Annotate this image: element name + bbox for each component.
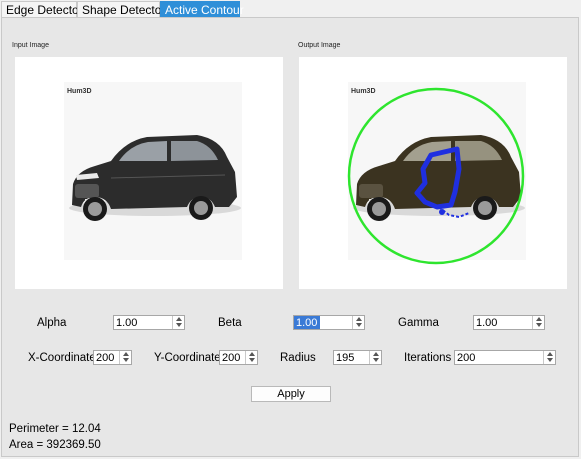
iterations-spinbox[interactable] bbox=[454, 350, 556, 365]
input-image-caption: Input Image bbox=[12, 42, 49, 49]
beta-label: Beta bbox=[218, 317, 242, 329]
gamma-stepper[interactable] bbox=[532, 316, 544, 329]
iterations-input[interactable] bbox=[455, 351, 547, 364]
perimeter-result: Perimeter = 12.04 bbox=[9, 423, 101, 435]
alpha-down-arrow-icon[interactable] bbox=[174, 322, 183, 328]
gamma-label: Gamma bbox=[398, 317, 439, 329]
alpha-spinbox[interactable] bbox=[113, 315, 185, 330]
output-image-caption: Output Image bbox=[298, 42, 341, 49]
output-watermark: Hum3D bbox=[351, 88, 376, 95]
x-coordinate-stepper[interactable] bbox=[119, 351, 131, 364]
radius-spinbox[interactable] bbox=[333, 350, 382, 365]
gamma-down-arrow-icon[interactable] bbox=[534, 322, 543, 328]
beta-stepper[interactable] bbox=[352, 316, 364, 329]
tab-active-contour[interactable]: Active Contour bbox=[160, 1, 244, 17]
x-coordinate-label: X-Coordinate bbox=[28, 352, 96, 364]
area-result: Area = 392369.50 bbox=[9, 439, 101, 451]
radius-label: Radius bbox=[280, 352, 316, 364]
input-image-view: Hum3D bbox=[15, 57, 283, 289]
x-coordinate-down-arrow-icon[interactable] bbox=[121, 357, 130, 363]
beta-input[interactable] bbox=[294, 316, 320, 329]
alpha-input[interactable] bbox=[114, 316, 176, 329]
alpha-stepper[interactable] bbox=[172, 316, 184, 329]
tab-shape-detector[interactable]: Shape Detector bbox=[77, 1, 165, 17]
radius-down-arrow-icon[interactable] bbox=[371, 357, 380, 363]
tab-edge-detector[interactable]: Edge Detector bbox=[1, 1, 83, 17]
input-car-image: Hum3D bbox=[64, 82, 242, 260]
x-coordinate-spinbox[interactable] bbox=[93, 350, 132, 365]
iterations-stepper[interactable] bbox=[543, 351, 555, 364]
tab-bar: Edge Detector Shape Detector Active Cont… bbox=[0, 0, 581, 18]
iterations-label: Iterations bbox=[404, 352, 452, 364]
beta-down-arrow-icon[interactable] bbox=[354, 322, 363, 328]
input-watermark: Hum3D bbox=[67, 88, 92, 95]
gamma-input[interactable] bbox=[474, 316, 536, 329]
iterations-down-arrow-icon[interactable] bbox=[545, 357, 554, 363]
beta-spinbox[interactable] bbox=[293, 315, 365, 330]
alpha-label: Alpha bbox=[37, 317, 67, 329]
output-image-view: Hum3D bbox=[299, 57, 567, 289]
y-coordinate-spinbox[interactable] bbox=[219, 350, 258, 365]
output-car-image: Hum3D bbox=[347, 82, 526, 265]
apply-button[interactable]: Apply bbox=[251, 386, 331, 402]
radius-input[interactable] bbox=[334, 351, 374, 364]
gamma-spinbox[interactable] bbox=[473, 315, 545, 330]
active-contour-panel: Input Image Hum3D Output Image Hum3D Alp… bbox=[1, 17, 579, 457]
y-coordinate-stepper[interactable] bbox=[245, 351, 257, 364]
y-coordinate-label: Y-Coordinate bbox=[154, 352, 221, 364]
y-coordinate-down-arrow-icon[interactable] bbox=[247, 357, 256, 363]
radius-stepper[interactable] bbox=[369, 351, 381, 364]
